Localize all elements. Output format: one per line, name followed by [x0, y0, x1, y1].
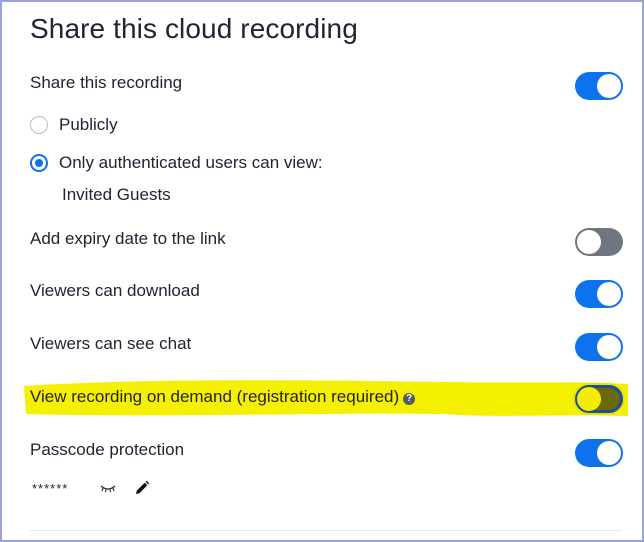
dialog-title: Share this cloud recording	[30, 13, 358, 44]
viewers-download-label: Viewers can download	[30, 281, 200, 300]
eye-closed-icon[interactable]	[100, 483, 116, 493]
radio-option-publicly[interactable]: Publicly	[30, 115, 118, 135]
toggle-knob	[597, 282, 621, 306]
toggle-knob	[577, 387, 601, 411]
viewers-chat-toggle[interactable]	[575, 333, 623, 361]
toggle-knob	[577, 230, 601, 254]
radio-button-publicly[interactable]	[30, 116, 48, 134]
invited-guests-label: Invited Guests	[62, 185, 171, 204]
share-recording-label: Share this recording	[30, 73, 183, 92]
passcode-row: ******	[32, 480, 150, 496]
toggle-knob	[597, 74, 621, 98]
expiry-date-toggle[interactable]	[575, 228, 623, 256]
viewers-chat-label: Viewers can see chat	[30, 334, 192, 353]
viewers-download-toggle[interactable]	[575, 280, 623, 308]
share-recording-toggle[interactable]	[575, 72, 623, 100]
passcode-protection-toggle[interactable]	[575, 439, 623, 467]
radio-button-authenticated[interactable]	[30, 154, 48, 172]
radio-label-publicly: Publicly	[59, 115, 118, 134]
toggle-knob	[597, 335, 621, 359]
question-circle-icon[interactable]: ?	[403, 393, 416, 405]
radio-option-authenticated[interactable]: Only authenticated users can view:	[30, 153, 323, 173]
view-on-demand-toggle[interactable]	[575, 385, 623, 413]
toggle-knob	[597, 441, 621, 465]
passcode-protection-label: Passcode protection	[30, 440, 185, 459]
section-divider	[30, 530, 622, 531]
view-on-demand-text: View recording on demand (registration r…	[30, 387, 400, 406]
view-on-demand-label: View recording on demand (registration r…	[30, 387, 416, 407]
expiry-date-label: Add expiry date to the link	[30, 229, 226, 248]
pencil-icon[interactable]	[134, 480, 150, 496]
share-recording-dialog: Share this cloud recording Share this re…	[0, 0, 644, 542]
passcode-value: ******	[32, 480, 69, 496]
radio-label-authenticated: Only authenticated users can view:	[59, 153, 323, 172]
